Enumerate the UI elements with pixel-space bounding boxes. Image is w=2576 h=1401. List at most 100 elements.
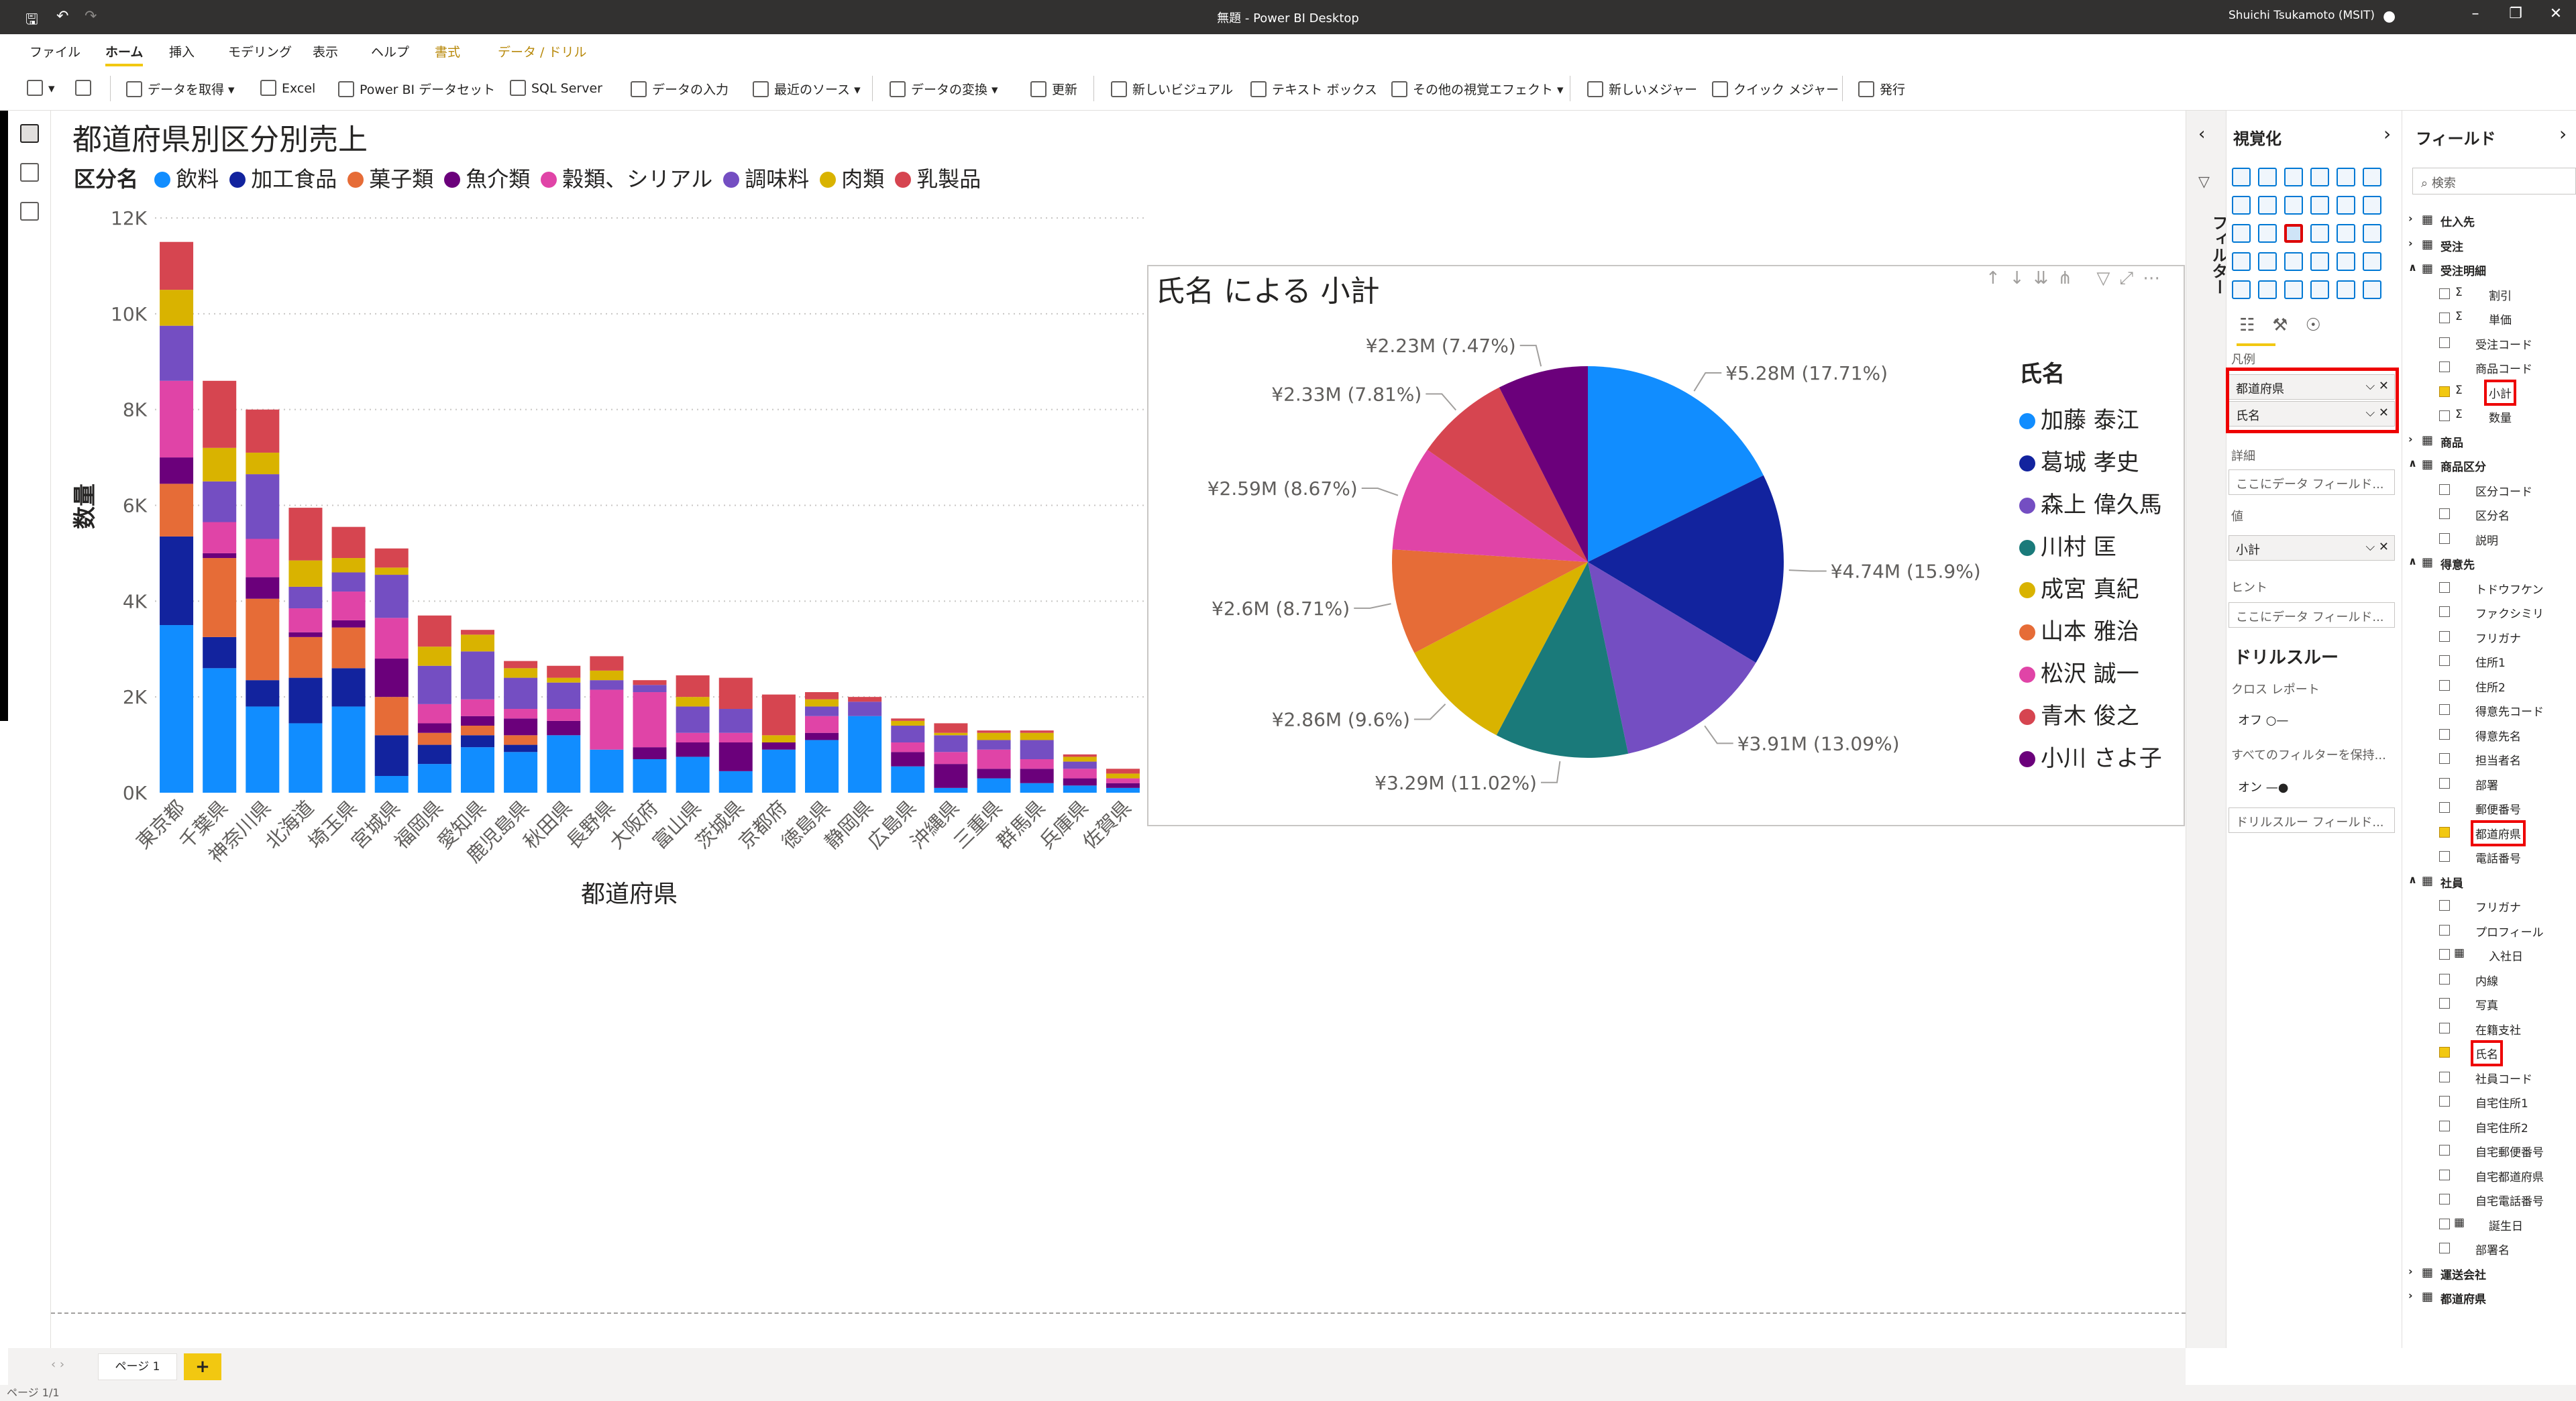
bar-segment[interactable]: [288, 560, 323, 587]
bar-segment[interactable]: [590, 680, 624, 690]
field-checkbox[interactable]: [2439, 679, 2450, 691]
field-checkbox[interactable]: [2439, 802, 2450, 813]
bar-segment[interactable]: [288, 677, 323, 724]
bar-segment[interactable]: [417, 764, 451, 793]
field-checkbox[interactable]: [2439, 998, 2450, 1009]
legend-item[interactable]: 魚介類: [444, 166, 530, 192]
field-item[interactable]: › ▦ 仕入先: [2408, 208, 2576, 233]
bar-segment[interactable]: [1063, 785, 1097, 793]
bar-segment[interactable]: [848, 697, 882, 702]
bar-segment[interactable]: [547, 665, 581, 678]
bar-segment[interactable]: [891, 742, 925, 752]
field-checkbox[interactable]: [2439, 728, 2450, 740]
visual-type-icon[interactable]: [2232, 196, 2251, 215]
field-item[interactable]: › ▦ 都道府県: [2408, 1285, 2576, 1310]
bar-segment[interactable]: [417, 704, 451, 724]
bar-segment[interactable]: [590, 749, 624, 793]
visual-type-icon[interactable]: [2363, 280, 2381, 299]
chevron-right-icon[interactable]: ›: [2383, 123, 2391, 145]
bar-segment[interactable]: [1106, 787, 1140, 793]
new-visual-button[interactable]: 新しいビジュアル: [1111, 80, 1233, 98]
close-icon[interactable]: ✕: [2536, 5, 2576, 28]
bar-segment[interactable]: [374, 618, 409, 659]
bar-segment[interactable]: [374, 548, 409, 568]
field-item[interactable]: › ▦ 商品: [2408, 429, 2576, 453]
bar-segment[interactable]: [805, 716, 839, 733]
visual-type-icon[interactable]: [2258, 168, 2277, 186]
values-field-subtotal[interactable]: 小計 ⌵ ✕: [2229, 535, 2395, 561]
bar-segment[interactable]: [1020, 732, 1054, 740]
bar-segment[interactable]: [417, 665, 451, 704]
bar-segment[interactable]: [1106, 769, 1140, 774]
bar-segment[interactable]: [718, 732, 753, 743]
tab-file[interactable]: ファイル: [30, 42, 80, 60]
bar-segment[interactable]: [288, 586, 323, 609]
chevron-right-icon[interactable]: ›: [2408, 1289, 2413, 1302]
field-item[interactable]: 住所2: [2408, 673, 2576, 698]
minimize-icon[interactable]: –: [2455, 5, 2496, 28]
field-checkbox[interactable]: [2439, 1047, 2450, 1058]
legend-item[interactable]: 加工食品: [229, 166, 337, 192]
bar-segment[interactable]: [504, 735, 538, 745]
visual-type-icon[interactable]: [2232, 280, 2251, 299]
field-item[interactable]: ∧ ▦ 受注明細: [2408, 257, 2576, 282]
field-checkbox[interactable]: [2439, 361, 2450, 372]
field-item[interactable]: フリガナ: [2408, 624, 2576, 649]
bar-segment[interactable]: [977, 778, 1011, 793]
bar-segment[interactable]: [590, 670, 624, 681]
bar-segment[interactable]: [374, 659, 409, 697]
bar-segment[interactable]: [460, 726, 494, 736]
visual-type-icon[interactable]: [2310, 224, 2329, 243]
field-item[interactable]: 区分名: [2408, 502, 2576, 526]
bar-segment[interactable]: [718, 742, 753, 771]
field-item[interactable]: ファクシミリ: [2408, 600, 2576, 624]
bar-segment[interactable]: [203, 553, 237, 559]
excel-button[interactable]: Excel: [260, 80, 315, 96]
bar-segment[interactable]: [504, 709, 538, 719]
field-item[interactable]: 自宅都道府県: [2408, 1163, 2576, 1188]
bar-segment[interactable]: [331, 627, 366, 669]
bar-segment[interactable]: [374, 575, 409, 618]
bar-segment[interactable]: [460, 735, 494, 748]
bar-segment[interactable]: [934, 732, 968, 736]
bar-segment[interactable]: [331, 558, 366, 573]
field-item[interactable]: › ▦ 運送会社: [2408, 1261, 2576, 1286]
field-checkbox[interactable]: [2439, 924, 2450, 936]
field-checkbox[interactable]: [2439, 1169, 2450, 1180]
field-checkbox[interactable]: [2439, 484, 2450, 495]
field-item[interactable]: 社員コード: [2408, 1065, 2576, 1090]
bar-segment[interactable]: [761, 735, 796, 743]
visual-type-icon[interactable]: [2363, 196, 2381, 215]
add-page-button[interactable]: +: [184, 1353, 221, 1380]
field-checkbox[interactable]: [2439, 949, 2450, 960]
tab-help[interactable]: ヘルプ: [371, 42, 409, 60]
bar-segment[interactable]: [1063, 769, 1097, 779]
chevron-left-icon[interactable]: ‹: [2198, 124, 2205, 144]
tab-modeling[interactable]: モデリング: [228, 42, 292, 60]
field-checkbox[interactable]: [2439, 1022, 2450, 1033]
field-item[interactable]: 自宅郵便番号: [2408, 1138, 2576, 1163]
chevron-right-icon[interactable]: ›: [2408, 212, 2413, 225]
field-item[interactable]: Σ 数量: [2408, 404, 2576, 429]
bar-segment[interactable]: [417, 615, 451, 647]
bar-segment[interactable]: [676, 697, 710, 707]
bar-segment[interactable]: [1020, 730, 1054, 733]
visual-type-icon[interactable]: [2363, 168, 2381, 186]
bar-segment[interactable]: [417, 732, 451, 745]
chevron-right-icon[interactable]: ›: [2408, 433, 2413, 445]
tab-insert[interactable]: 挿入: [169, 42, 195, 60]
field-item[interactable]: 都道府県: [2408, 820, 2576, 846]
bar-segment[interactable]: [331, 668, 366, 707]
visual-type-icon[interactable]: [2337, 280, 2355, 299]
field-item[interactable]: 部署: [2408, 771, 2576, 796]
bar-segment[interactable]: [246, 452, 280, 475]
bar-segment[interactable]: [203, 668, 237, 793]
bar-segment[interactable]: [203, 558, 237, 637]
field-item[interactable]: ∧ ▦ 得意先: [2408, 551, 2576, 575]
bar-segment[interactable]: [676, 756, 710, 793]
field-item[interactable]: 在籍支社: [2408, 1016, 2576, 1041]
page-nav-icon[interactable]: ‹ ›: [51, 1357, 64, 1371]
bar-segment[interactable]: [590, 656, 624, 671]
bar-segment[interactable]: [504, 661, 538, 669]
bar-segment[interactable]: [460, 716, 494, 726]
